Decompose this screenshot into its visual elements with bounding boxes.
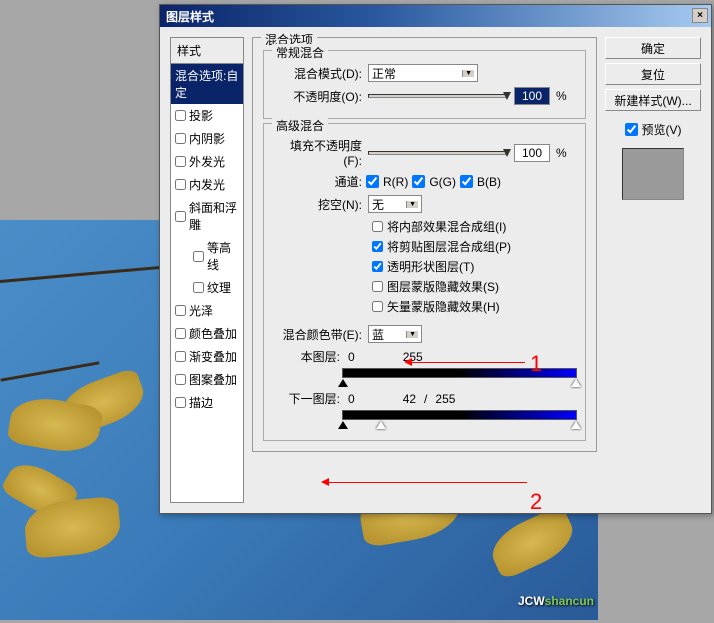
style-color-overlay[interactable]: 颜色叠加 bbox=[171, 322, 243, 345]
close-button[interactable]: × bbox=[692, 8, 708, 23]
advanced-blend-label: 高级混合 bbox=[272, 117, 328, 134]
channel-b-check[interactable] bbox=[460, 175, 473, 188]
annotation-1: 1 bbox=[530, 351, 542, 377]
styles-list: 样式 混合选项:自定 投影 内阴影 外发光 内发光 斜面和浮雕 等高线 纹理 光… bbox=[170, 37, 244, 503]
this-layer-black-stop[interactable] bbox=[338, 379, 348, 387]
preview-label: 预览(V) bbox=[642, 121, 682, 138]
texture-check[interactable] bbox=[193, 282, 204, 293]
underlying-white-stop[interactable] bbox=[571, 421, 581, 429]
opacity-label: 不透明度(O): bbox=[272, 88, 362, 105]
watermark: JCWshancun bbox=[518, 588, 594, 611]
annotation-arrow-2 bbox=[327, 482, 527, 483]
underlying-white-split-stop[interactable] bbox=[376, 421, 386, 429]
opacity-input[interactable]: 100 bbox=[514, 87, 550, 105]
general-blend-label: 常规混合 bbox=[272, 44, 328, 61]
outer-glow-check[interactable] bbox=[175, 156, 186, 167]
channels-label: 通道: bbox=[272, 173, 362, 190]
blend-mode-select[interactable]: 正常▼ bbox=[368, 64, 478, 82]
chevron-down-icon: ▼ bbox=[406, 201, 418, 208]
bevel-check[interactable] bbox=[175, 211, 186, 222]
dialog-title: 图层样式 bbox=[166, 10, 214, 24]
fill-opacity-input[interactable]: 100 bbox=[514, 144, 550, 162]
chevron-down-icon: ▼ bbox=[462, 70, 474, 77]
style-texture[interactable]: 纹理 bbox=[171, 276, 243, 299]
blend-interior-check[interactable] bbox=[372, 221, 383, 232]
options-panel: 混合选项 常规混合 混合模式(D): 正常▼ 不透明度(O): 100 % bbox=[252, 37, 597, 503]
preview-check[interactable] bbox=[625, 123, 638, 136]
vector-mask-hides-check[interactable] bbox=[372, 301, 383, 312]
style-blending-options[interactable]: 混合选项:自定 bbox=[171, 64, 243, 104]
underlying-gradient[interactable] bbox=[342, 410, 577, 420]
arrow-head-1 bbox=[404, 358, 412, 366]
underlying-label: 下一图层: bbox=[272, 390, 340, 407]
blend-clipped-check[interactable] bbox=[372, 241, 383, 252]
pattern-overlay-check[interactable] bbox=[175, 374, 186, 385]
style-inner-shadow[interactable]: 内阴影 bbox=[171, 127, 243, 150]
chevron-down-icon: ▼ bbox=[406, 331, 418, 338]
inner-glow-check[interactable] bbox=[175, 179, 186, 190]
style-stroke[interactable]: 描边 bbox=[171, 391, 243, 414]
style-bevel[interactable]: 斜面和浮雕 bbox=[171, 196, 243, 236]
opacity-slider[interactable] bbox=[368, 94, 508, 98]
style-inner-glow[interactable]: 内发光 bbox=[171, 173, 243, 196]
dialog-titlebar[interactable]: 图层样式 × bbox=[160, 5, 711, 27]
cancel-button[interactable]: 复位 bbox=[605, 63, 701, 85]
fill-opacity-label: 填充不透明度(F): bbox=[272, 137, 362, 168]
style-outer-glow[interactable]: 外发光 bbox=[171, 150, 243, 173]
new-style-button[interactable]: 新建样式(W)... bbox=[605, 89, 701, 111]
style-drop-shadow[interactable]: 投影 bbox=[171, 104, 243, 127]
this-layer-white-stop[interactable] bbox=[571, 379, 581, 387]
blend-mode-label: 混合模式(D): bbox=[272, 65, 362, 82]
gradient-overlay-check[interactable] bbox=[175, 351, 186, 362]
style-satin[interactable]: 光泽 bbox=[171, 299, 243, 322]
annotation-2: 2 bbox=[530, 489, 542, 515]
stroke-check[interactable] bbox=[175, 397, 186, 408]
contour-check[interactable] bbox=[193, 251, 204, 262]
underlying-black-stop[interactable] bbox=[338, 421, 348, 429]
blend-if-channel-select[interactable]: 蓝▼ bbox=[368, 325, 422, 343]
inner-shadow-check[interactable] bbox=[175, 133, 186, 144]
channel-g-check[interactable] bbox=[412, 175, 425, 188]
styles-header: 样式 bbox=[171, 38, 243, 64]
style-pattern-overlay[interactable]: 图案叠加 bbox=[171, 368, 243, 391]
ok-button[interactable]: 确定 bbox=[605, 37, 701, 59]
knockout-select[interactable]: 无▼ bbox=[368, 195, 422, 213]
channel-r-check[interactable] bbox=[366, 175, 379, 188]
dialog-buttons: 确定 复位 新建样式(W)... 预览(V) bbox=[605, 37, 701, 503]
blend-if-label: 混合颜色带(E): bbox=[272, 326, 362, 343]
fill-opacity-slider[interactable] bbox=[368, 151, 508, 155]
style-gradient-overlay[interactable]: 渐变叠加 bbox=[171, 345, 243, 368]
annotation-arrow-1 bbox=[410, 362, 525, 363]
satin-check[interactable] bbox=[175, 305, 186, 316]
knockout-label: 挖空(N): bbox=[272, 196, 362, 213]
preview-swatch bbox=[622, 148, 684, 200]
style-contour[interactable]: 等高线 bbox=[171, 236, 243, 276]
drop-shadow-check[interactable] bbox=[175, 110, 186, 121]
this-layer-label: 本图层: bbox=[272, 348, 340, 365]
arrow-head-2 bbox=[321, 478, 329, 486]
color-overlay-check[interactable] bbox=[175, 328, 186, 339]
layer-mask-hides-check[interactable] bbox=[372, 281, 383, 292]
transparency-shapes-check[interactable] bbox=[372, 261, 383, 272]
layer-style-dialog: 图层样式 × 样式 混合选项:自定 投影 内阴影 外发光 内发光 斜面和浮雕 等… bbox=[159, 4, 712, 514]
